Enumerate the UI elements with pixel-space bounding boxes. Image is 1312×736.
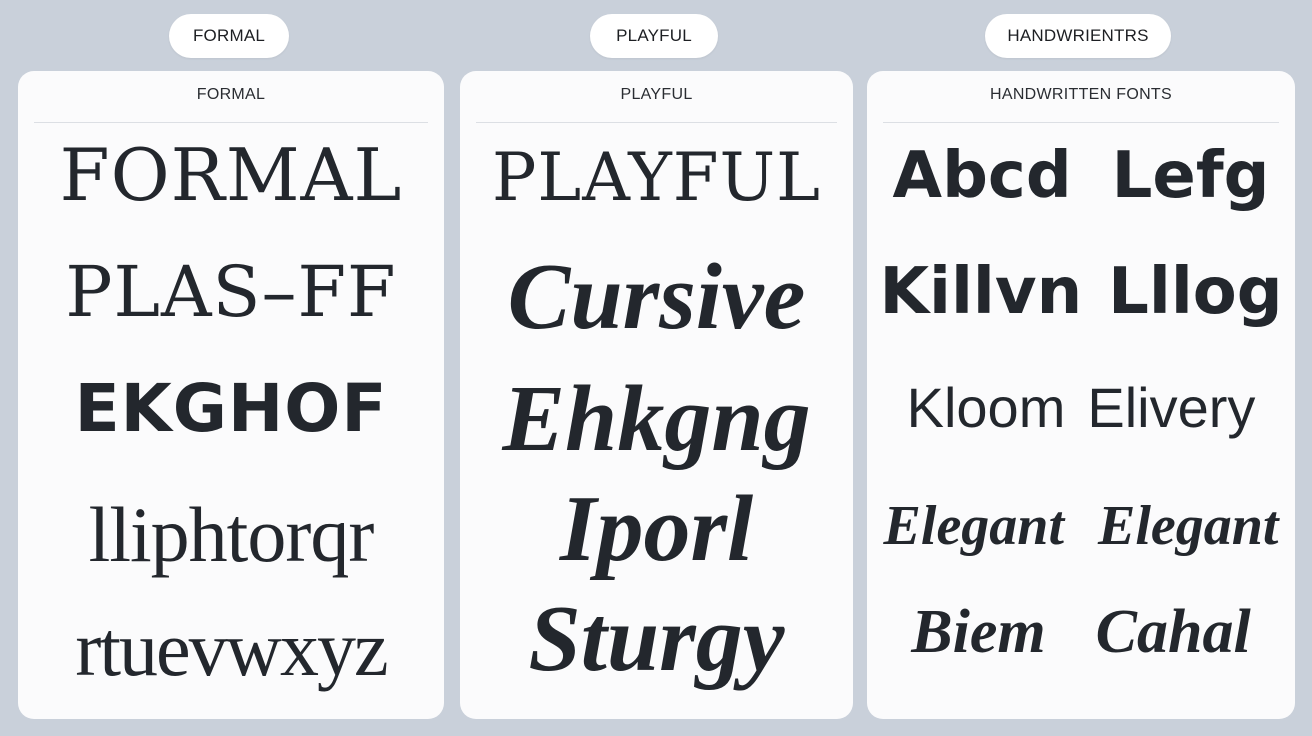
handwritten-font-card: HANDWRITTEN FONTS Abcd Lefg Killvn Lllog… [867,71,1295,719]
font-sample-row: Killvn Lllog [867,255,1295,329]
font-sample: Lllog [1108,255,1283,329]
category-pill-handwritten[interactable]: HANDWRIENTRS [985,14,1171,58]
formal-font-card: FORMAL FORMAL PLAS–FF EKGHOF lliphtorqr … [18,71,444,719]
font-sample: PLAYFUL [491,139,822,216]
font-sample: Biem [911,598,1046,666]
font-sample: Kloom [906,376,1066,439]
card-header-handwritten: HANDWRITTEN FONTS [990,86,1172,103]
font-sample: Killvn [879,255,1083,329]
font-sample-row: Kloom Elivery [867,375,1295,440]
font-sample: Sturgy [528,587,785,691]
font-sample: rtuevwxyz [75,605,388,692]
card-divider [476,122,837,123]
card-header-formal: FORMAL [196,86,266,103]
font-sample: PLAS–FF [65,251,397,333]
playful-font-card: PLAYFUL PLAYFUL Cursive Ehkgng Iporl Stu… [460,71,853,719]
font-sample-row: Abcd Lefg [867,139,1295,213]
card-divider [34,122,428,123]
font-sample: Cahal [1095,598,1251,666]
font-sample-row: Elegant Elegant [867,494,1295,558]
font-sample: lliphtorqr [88,491,375,578]
font-sample: Iporl [559,477,754,581]
font-sample: Abcd [892,139,1072,213]
font-sample-row: Biem Cahal [867,597,1295,668]
card-divider [883,122,1279,123]
category-pill-formal[interactable]: FORMAL [169,14,289,58]
font-sample: Ehkgng [502,367,811,471]
font-sample: FORMAL [59,133,403,217]
font-sample: Elegant [883,495,1064,557]
font-sample: Lefg [1111,139,1270,213]
font-sample: EKGHOF [74,370,388,447]
card-header-playful: PLAYFUL [620,86,693,103]
font-sample: Elegant [1098,495,1279,557]
category-pill-playful[interactable]: PLAYFUL [590,14,718,58]
font-sample: Elivery [1087,376,1256,439]
font-sample: Cursive [507,245,806,349]
